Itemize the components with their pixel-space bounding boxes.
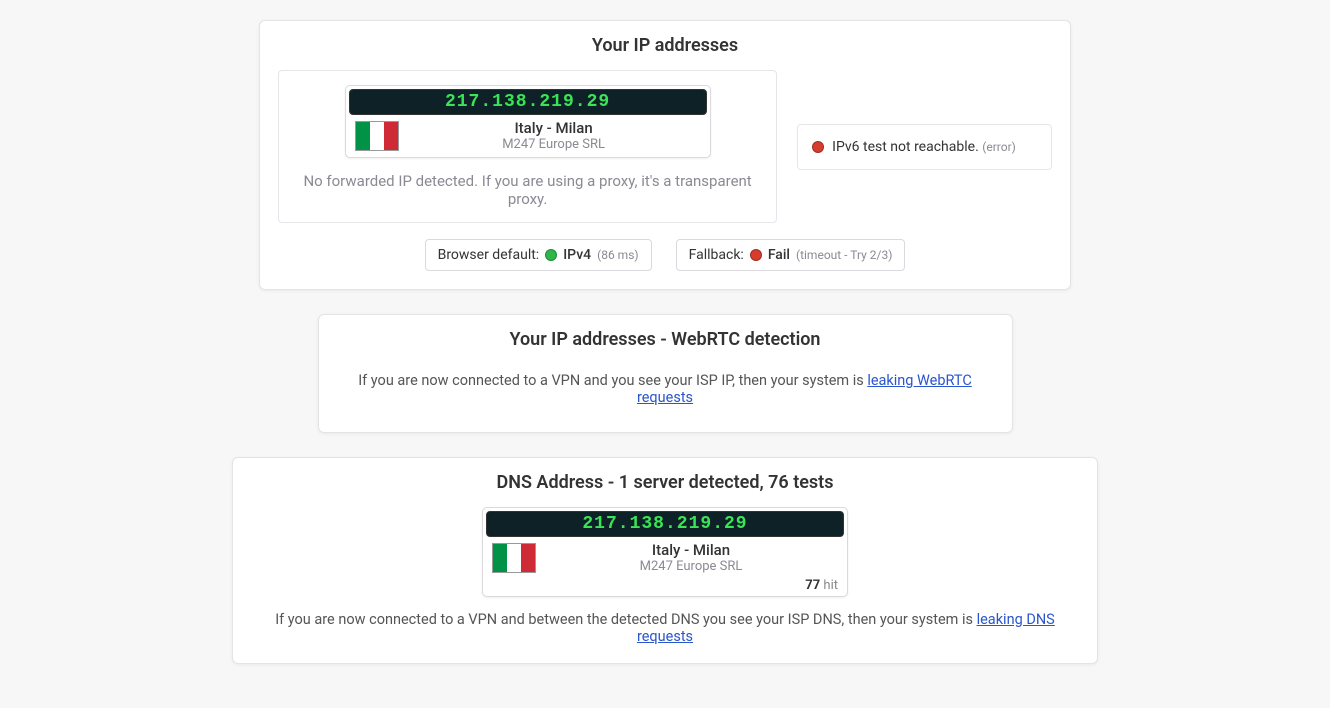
dns-result-box: 217.138.219.29 Italy - Milan M247 Europe… (482, 507, 848, 597)
status-dot-error-icon (750, 249, 762, 261)
ipv6-status-main: IPv6 test not reachable. (832, 139, 979, 155)
dns-title: DNS Address - 1 server detected, 76 test… (251, 472, 1079, 493)
browser-default-value: IPv4 (563, 247, 591, 263)
dns-desc-text: If you are now connected to a VPN and be… (275, 611, 976, 628)
dns-description: If you are now connected to a VPN and be… (251, 611, 1079, 645)
dns-address-display: 217.138.219.29 (486, 511, 844, 537)
status-dot-error-icon (812, 141, 824, 153)
dns-hit-label: hit (823, 578, 838, 593)
italy-flag-icon (492, 543, 536, 573)
dns-hit-number: 77 (805, 578, 820, 593)
browser-default-label: Browser default: (438, 247, 540, 263)
connectivity-pills-row: Browser default: IPv4 (86 ms) Fallback: … (278, 239, 1052, 271)
ipv4-location-text: Italy - Milan M247 Europe SRL (407, 119, 701, 152)
ipv6-status-text: IPv6 test not reachable. (error) (832, 139, 1016, 155)
status-dot-ok-icon (545, 249, 557, 261)
browser-default-meta: (86 ms) (597, 248, 638, 262)
ipv4-location-name: Italy - Milan (407, 119, 701, 137)
dns-location-text: Italy - Milan M247 Europe SRL (544, 541, 838, 574)
fallback-pill: Fallback: Fail (timeout - Try 2/3) (676, 239, 906, 271)
ipv4-address-display: 217.138.219.29 (349, 89, 707, 115)
ipv4-panel: 217.138.219.29 Italy - Milan M247 Europe… (278, 70, 777, 223)
browser-default-pill: Browser default: IPv4 (86 ms) (425, 239, 652, 271)
webrtc-title: Your IP addresses - WebRTC detection (337, 329, 994, 350)
dns-hit-count: 77 hit (486, 576, 844, 593)
ipv4-location-row: Italy - Milan M247 Europe SRL (349, 115, 707, 154)
webrtc-card: Your IP addresses - WebRTC detection If … (318, 314, 1013, 433)
ip-top-row: 217.138.219.29 Italy - Milan M247 Europe… (278, 70, 1052, 223)
fallback-label: Fallback: (689, 247, 744, 263)
dns-isp-name: M247 Europe SRL (544, 559, 838, 574)
fallback-meta: (timeout - Try 2/3) (796, 248, 892, 262)
ipv4-result-box: 217.138.219.29 Italy - Milan M247 Europe… (345, 85, 711, 158)
dns-box-wrap: 217.138.219.29 Italy - Milan M247 Europe… (251, 507, 1079, 597)
dns-card: DNS Address - 1 server detected, 76 test… (232, 457, 1098, 664)
proxy-note: No forwarded IP detected. If you are usi… (291, 172, 764, 208)
italy-flag-icon (355, 121, 399, 151)
dns-location-row: Italy - Milan M247 Europe SRL (486, 537, 844, 576)
webrtc-desc-text: If you are now connected to a VPN and yo… (358, 372, 867, 389)
ip-addresses-title: Your IP addresses (278, 35, 1052, 56)
fallback-value: Fail (768, 247, 790, 263)
ip-addresses-card: Your IP addresses 217.138.219.29 Italy -… (259, 20, 1071, 290)
webrtc-description: If you are now connected to a VPN and yo… (337, 372, 994, 406)
ipv6-panel: IPv6 test not reachable. (error) (797, 124, 1052, 170)
dns-location-name: Italy - Milan (544, 541, 838, 559)
ipv4-isp-name: M247 Europe SRL (407, 137, 701, 152)
ipv6-status-meta: (error) (982, 140, 1016, 154)
